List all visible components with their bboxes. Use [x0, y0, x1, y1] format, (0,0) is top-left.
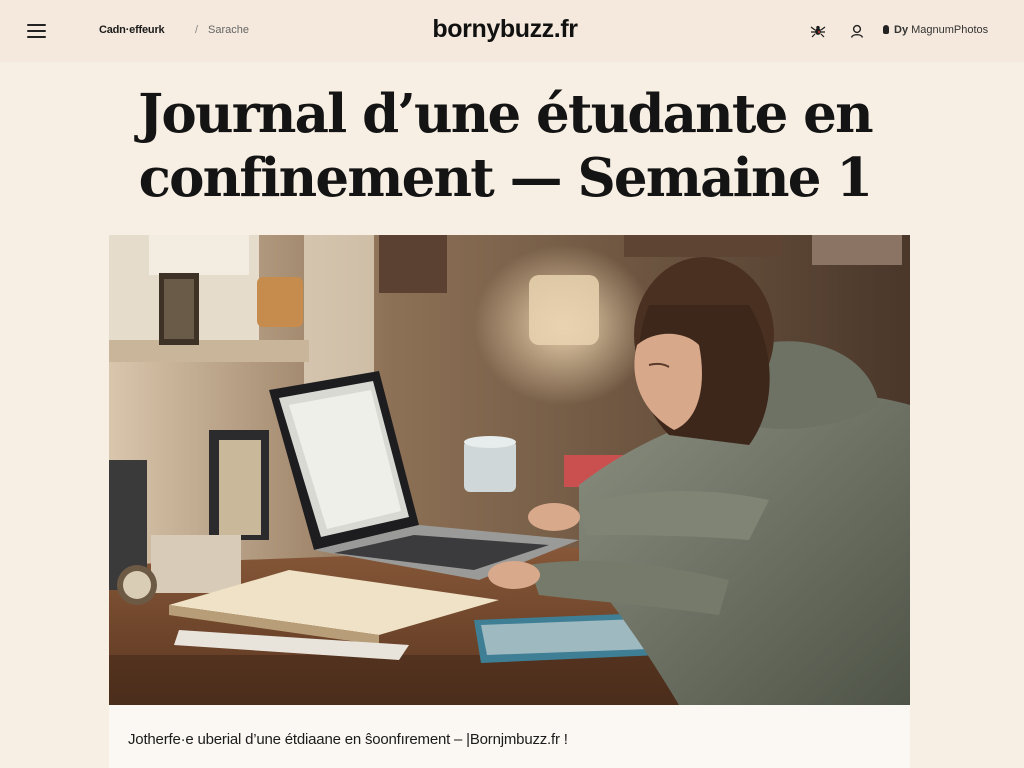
hero-photo: [109, 235, 910, 705]
spider-icon[interactable]: [810, 23, 826, 39]
camera-lock-icon: [883, 25, 889, 34]
top-navigation-bar: Cadn·effeurk / Sarache bornybuzz.fr Dy M…: [0, 0, 1024, 62]
user-icon[interactable]: [849, 23, 865, 39]
photo-caption: Jotherfe·e uberial d’une étdiaane en ŝoo…: [128, 731, 568, 748]
credit-prefix: Dy: [894, 24, 909, 36]
photo-credit: Dy MagnumPhotos: [883, 24, 988, 38]
article-title: Journal d’une étudante en confinement — …: [138, 83, 873, 209]
credit-name[interactable]: MagnumPhotos: [911, 24, 988, 36]
